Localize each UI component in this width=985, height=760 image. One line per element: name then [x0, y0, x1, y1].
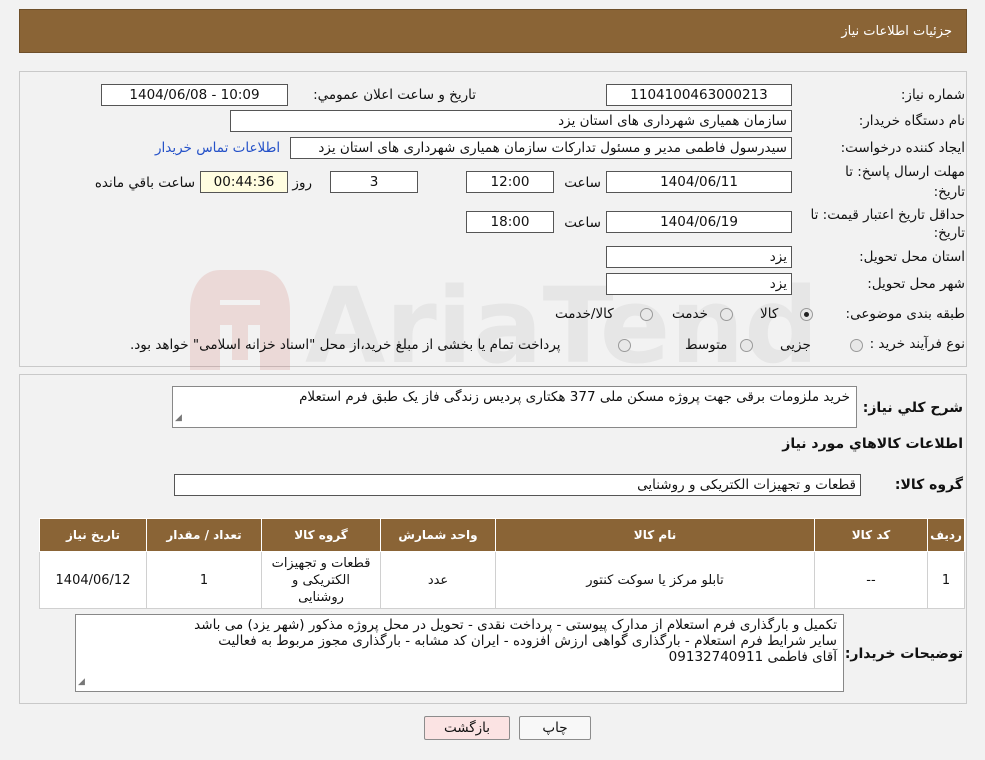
col-unit: واحد شمارش	[380, 518, 496, 552]
province-field: یزد	[606, 246, 792, 268]
page-title: جزئیات اطلاعات نیاز	[841, 24, 952, 39]
treasury-checkbox[interactable]	[618, 339, 631, 352]
category-service-label: خدمت	[672, 306, 708, 322]
deadline-time-field: 12:00	[466, 171, 554, 193]
process-minor-radio[interactable]	[850, 339, 863, 352]
cell-qty: 1	[146, 551, 262, 609]
announce-field: 1404/06/08 - 10:09	[101, 84, 288, 106]
cell-name: تابلو مرکز یا سوکت کنتور	[495, 551, 815, 609]
col-code: کد کالا	[814, 518, 928, 552]
category-service-radio[interactable]	[720, 308, 733, 321]
category-both-label: کالا/خدمت	[555, 306, 614, 322]
need-number-label: شماره نیاز:	[900, 87, 965, 103]
resize-grip-icon[interactable]: ◢	[78, 674, 85, 690]
goods-table-wrap: ردیف کد کالا نام کالا واحد شمارش گروه کا…	[39, 518, 965, 609]
city-field: یزد	[606, 273, 792, 295]
treasury-note: پرداخت تمام یا بخشی از مبلغ خرید،از محل …	[130, 337, 561, 353]
general-desc-label: شرح کلي نیاز:	[862, 400, 963, 416]
validity-time-field: 18:00	[466, 211, 554, 233]
table-row: 1 -- تابلو مرکز یا سوکت کنتور عدد قطعات …	[39, 551, 965, 609]
city-label: شهر محل تحویل:	[867, 276, 965, 292]
process-label: نوع فرآیند خرید :	[869, 336, 965, 352]
buyer-notes-line-3: آقای فاطمی 09132740911	[668, 649, 837, 665]
buyer-label: نام دستگاه خریدار:	[858, 113, 965, 129]
category-goods-label: کالا	[760, 306, 779, 322]
validity-date-field: 1404/06/19	[606, 211, 792, 233]
goods-table: ردیف کد کالا نام کالا واحد شمارش گروه کا…	[39, 518, 965, 609]
buyer-field: سازمان همیاری شهرداری های استان یزد	[230, 110, 792, 132]
category-label: طبقه بندی موضوعی:	[845, 306, 965, 322]
creator-label: ایجاد کننده درخواست:	[840, 140, 965, 156]
goods-group-label: گروه کالا:	[894, 477, 963, 493]
general-desc-box: خرید ملزومات برقی جهت پروژه مسکن ملی 377…	[172, 386, 857, 428]
buyer-notes-line-1: تکمیل و بارگذاری فرم استعلام از مدارک پی…	[194, 617, 837, 633]
general-desc-text: خرید ملزومات برقی جهت پروژه مسکن ملی 377…	[299, 389, 850, 405]
deadline-time-label: ساعت	[564, 175, 601, 191]
category-goods-radio[interactable]	[800, 308, 813, 321]
deadline-label-2: تاریخ:	[933, 184, 965, 200]
goods-group-field: قطعات و تجهیزات الکتریکی و روشنایی	[174, 474, 861, 496]
category-both-radio[interactable]	[640, 308, 653, 321]
deadline-date-field: 1404/06/11	[606, 171, 792, 193]
validity-label-2: تاریخ:	[933, 225, 965, 241]
process-medium-radio[interactable]	[740, 339, 753, 352]
remaining-time-field: 00:44:36	[200, 171, 288, 193]
buyer-contact-link[interactable]: اطلاعات تماس خریدار	[155, 140, 280, 156]
cell-group: قطعات و تجهیزات الکتریکی و روشنایی	[261, 551, 381, 609]
resize-grip-icon[interactable]: ◢	[175, 410, 182, 426]
validity-label: حداقل تاریخ اعتبار قیمت: تا	[810, 207, 965, 223]
buyer-notes-label: توضیحات خریدار:	[844, 646, 963, 662]
buyer-notes-box: تکمیل و بارگذاری فرم استعلام از مدارک پی…	[75, 614, 844, 692]
process-medium-label: متوسط	[685, 337, 728, 353]
validity-time-label: ساعت	[564, 215, 601, 231]
col-name: نام کالا	[495, 518, 815, 552]
col-qty: تعداد / مقدار	[146, 518, 262, 552]
cell-code: --	[814, 551, 928, 609]
deadline-label: مهلت ارسال پاسخ: تا	[845, 164, 965, 180]
announce-label: تاریخ و ساعت اعلان عمومي:	[313, 87, 476, 103]
col-row: ردیف	[927, 518, 965, 552]
cell-row: 1	[927, 551, 965, 609]
col-group: گروه کالا	[261, 518, 381, 552]
col-date: تاریخ نیاز	[39, 518, 147, 552]
goods-info-title: اطلاعات کالاهاي مورد نیاز	[782, 436, 963, 452]
cell-unit: عدد	[380, 551, 496, 609]
back-button[interactable]: بازگشت	[424, 716, 510, 740]
page-header: جزئیات اطلاعات نیاز	[19, 9, 967, 53]
need-number-field: 1104100463000213	[606, 84, 792, 106]
process-minor-label: جزیی	[780, 337, 811, 353]
province-label: استان محل تحویل:	[859, 249, 965, 265]
buyer-notes-line-2: سایر شرایط فرم استعلام - بارگذاری گواهی …	[218, 633, 837, 649]
remaining-label: ساعت باقي مانده	[94, 175, 195, 191]
creator-field: سیدرسول فاطمی مدیر و مسئول تدارکات سازما…	[290, 137, 792, 159]
cell-date: 1404/06/12	[39, 551, 147, 609]
goods-table-header: ردیف کد کالا نام کالا واحد شمارش گروه کا…	[39, 518, 965, 552]
print-button[interactable]: چاپ	[519, 716, 591, 740]
days-field: 3	[330, 171, 418, 193]
